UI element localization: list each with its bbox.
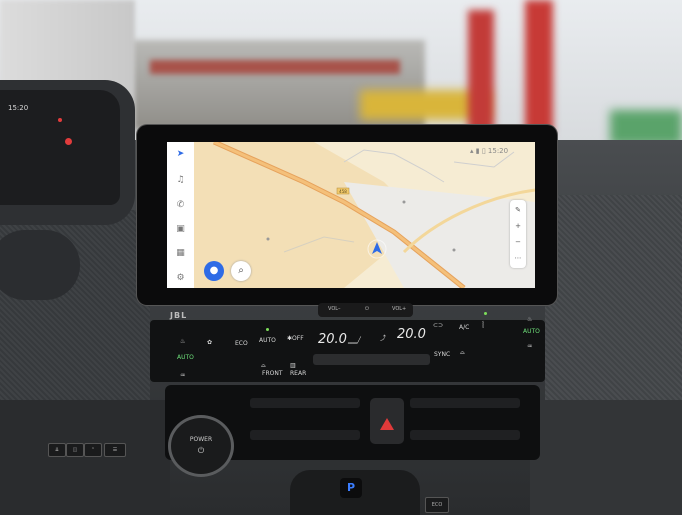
temp-left[interactable]: 20.0: [318, 332, 347, 347]
sync-button[interactable]: SYNC: [434, 351, 450, 358]
navigation-icon[interactable]: ➤: [171, 149, 190, 159]
temp-slider-left-icon[interactable]: ▁▁╱: [348, 337, 361, 344]
poi-marker: [452, 248, 456, 252]
front-defrost-button[interactable]: FRONT: [262, 370, 283, 377]
blurred-pole: [468, 10, 494, 135]
front-defrost-icon[interactable]: ⌓: [261, 362, 266, 370]
warning-light: [65, 138, 72, 145]
auto-indicator-led: [266, 328, 269, 331]
more-icon[interactable]: ⋯: [510, 254, 526, 262]
lower-switch[interactable]: ◫: [66, 443, 84, 457]
steering-wheel: [0, 230, 80, 300]
road-number: 458: [339, 189, 347, 194]
rear-defrost-icon[interactable]: ▥: [290, 362, 296, 369]
power-mute-icon[interactable]: ⏻: [365, 306, 369, 312]
volume-down-button[interactable]: VOL–: [328, 306, 341, 312]
lower-switch[interactable]: ⇊: [48, 443, 66, 457]
phone-icon[interactable]: ✆: [171, 200, 190, 210]
off-label: OFF: [292, 335, 304, 342]
fan-icon[interactable]: ✿: [207, 339, 212, 346]
seat-vent-left-icon[interactable]: ♒: [180, 372, 185, 379]
windshield-icon[interactable]: ⌓: [460, 349, 465, 357]
drive-mode-eco-button[interactable]: ECO: [425, 497, 449, 513]
vent-slat[interactable]: [250, 430, 360, 440]
lower-panel-left: [0, 400, 170, 515]
volume-up-button[interactable]: VOL+: [392, 306, 406, 312]
climate-toggle-bar[interactable]: [313, 354, 430, 365]
settings-icon[interactable]: ⚙: [171, 273, 190, 283]
lower-panel-right: [530, 400, 682, 515]
defrost-icon[interactable]: ⸾: [482, 320, 484, 328]
climate-panel: [150, 320, 545, 382]
status-bar: ▴ ▮ ▯ 15:20: [470, 147, 508, 155]
power-icon: ⏻: [197, 446, 205, 455]
vent-slat[interactable]: [410, 430, 520, 440]
lower-switch[interactable]: ☰: [104, 443, 126, 457]
ac-indicator-led: [484, 312, 487, 315]
park-button[interactable]: P: [340, 478, 362, 498]
status-time: 15:20: [487, 147, 509, 155]
nav-sidebar: ➤ ♫ ✆ ▣ ▦ ⚙: [167, 142, 194, 288]
microphone-icon: ●: [209, 265, 219, 276]
warning-light: [58, 118, 62, 122]
poi-marker: [402, 200, 406, 204]
temp-right[interactable]: 20.0: [397, 327, 426, 342]
edit-icon[interactable]: ✎: [510, 206, 526, 214]
blurred-pole: [525, 0, 553, 135]
zoom-in-icon[interactable]: +: [510, 222, 526, 230]
car-dashboard-photo: 15:20 458 ➤ ♫ ✆ ▣ ▦ ⚙ ● ⌕ ▴ ▮ ▯ 15:20 ✎ …: [0, 0, 682, 515]
dash-fabric-right: [545, 195, 682, 405]
vent-slat[interactable]: [250, 398, 360, 408]
rear-defrost-button[interactable]: REAR: [290, 370, 306, 377]
seat-heat-left-icon[interactable]: ♨: [180, 338, 185, 345]
car-icon[interactable]: ▣: [171, 224, 190, 234]
jbl-logo: JBL: [170, 311, 188, 320]
right-auto-label[interactable]: AUTO: [523, 328, 540, 335]
seat-vent-right-icon[interactable]: ♒: [527, 343, 532, 350]
seat-heat-right-icon[interactable]: ♨: [527, 316, 532, 323]
power-label: POWER: [189, 436, 213, 443]
lower-switch[interactable]: ⌃: [84, 443, 102, 457]
auto-button[interactable]: AUTO: [259, 337, 276, 344]
zoom-out-icon[interactable]: −: [510, 238, 526, 246]
poi-marker: [266, 237, 270, 241]
eco-button[interactable]: ECO: [235, 340, 248, 347]
climate-off-button[interactable]: ✱OFF: [287, 335, 304, 342]
map-zoom-controls: ✎ + − ⋯: [510, 200, 526, 268]
apps-grid-icon[interactable]: ▦: [171, 248, 190, 258]
hazard-triangle-icon: [380, 418, 394, 430]
vent-slat[interactable]: [410, 398, 520, 408]
blurred-stripe: [150, 60, 400, 74]
music-icon[interactable]: ♫: [171, 175, 190, 185]
left-auto-label[interactable]: AUTO: [177, 354, 194, 361]
signal-icon: ▴ ▮ ▯: [470, 147, 488, 155]
airflow-icon[interactable]: ⤴: [380, 333, 386, 342]
recirc-icon[interactable]: ⊂⊃: [433, 322, 443, 329]
voice-mic-button[interactable]: ●: [204, 261, 224, 281]
search-icon: ⌕: [238, 265, 244, 276]
ac-button[interactable]: A/C: [459, 324, 469, 331]
map-search-button[interactable]: ⌕: [231, 261, 251, 281]
cluster-time: 15:20: [8, 104, 29, 112]
